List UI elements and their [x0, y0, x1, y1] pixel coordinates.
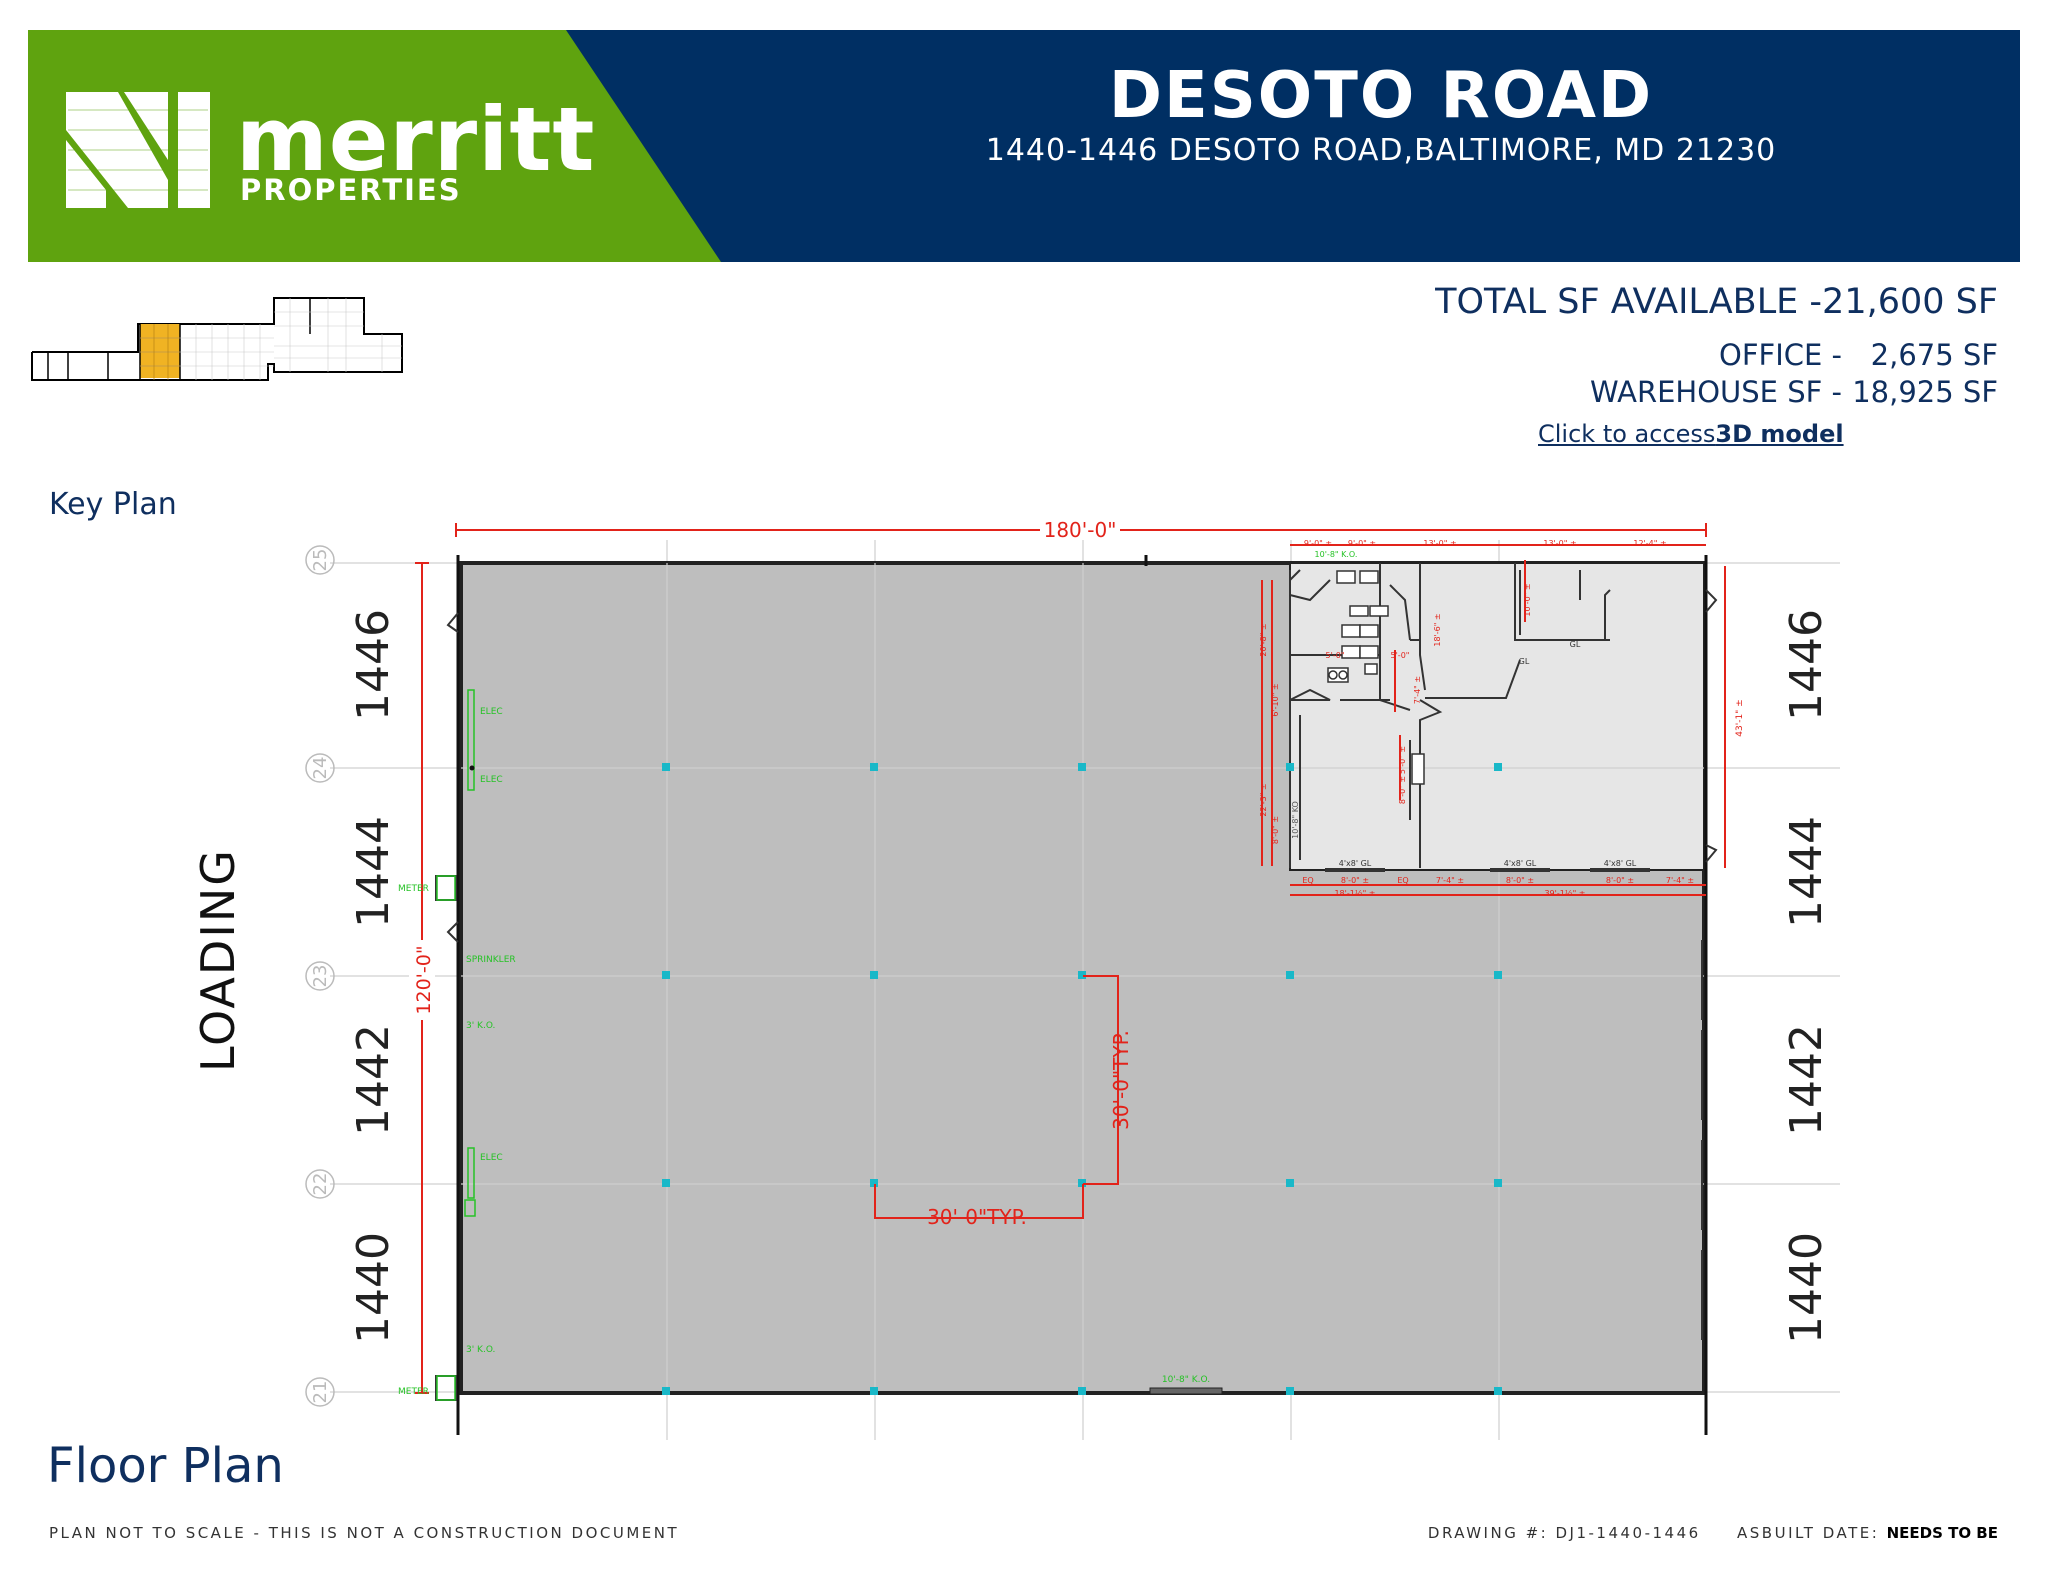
unit-1440-right: 1440: [1781, 1232, 1832, 1344]
svg-text:18'-6" ±: 18'-6" ±: [1433, 613, 1442, 646]
loading-label: LOADING: [191, 848, 245, 1072]
svg-text:4'x8' GL: 4'x8' GL: [1604, 859, 1637, 868]
svg-text:SPRINKLER: SPRINKLER: [466, 955, 516, 965]
svg-text:8'-0" ±: 8'-0" ±: [1606, 876, 1634, 885]
svg-text:9'-0" ±: 9'-0" ±: [1304, 539, 1332, 548]
svg-text:10'-8" KO: 10'-8" KO: [1291, 801, 1300, 839]
svg-text:13'-0" ±: 13'-0" ±: [1543, 539, 1576, 548]
svg-text:18'-1½" ±: 18'-1½" ±: [1334, 889, 1375, 898]
svg-text:GL: GL: [1519, 657, 1530, 666]
svg-text:GL: GL: [1570, 640, 1581, 649]
svg-text:13'-0" ±: 13'-0" ±: [1423, 539, 1456, 548]
drawing-number: DRAWING #: DJ1-1440-1446: [1427, 1524, 1701, 1542]
grid-bubble-25: 25: [310, 549, 331, 572]
svg-text:39'-1½" ±: 39'-1½" ±: [1544, 889, 1585, 898]
bay-typ-vertical: 30'-0"TYP.: [1109, 1030, 1133, 1130]
unit-1442-left: 1442: [348, 1024, 399, 1136]
svg-text:EQ: EQ: [1397, 876, 1408, 885]
door-note: 10'-8" K.O.: [1162, 1375, 1210, 1385]
svg-text:8'-0" ±: 8'-0" ±: [1271, 816, 1280, 844]
asbuilt-value: NEEDS TO BE: [1886, 1524, 1998, 1542]
bay-typ-horizontal: 30'-0"TYP.: [927, 1205, 1027, 1229]
svg-text:3' K.O.: 3' K.O.: [466, 1021, 495, 1031]
svg-text:7'-4" ±: 7'-4" ±: [1436, 876, 1464, 885]
svg-text:EQ: EQ: [1302, 876, 1313, 885]
unit-1446-left: 1446: [348, 609, 399, 721]
grid-bubble-24: 24: [310, 757, 331, 780]
svg-text:ELEC: ELEC: [480, 775, 503, 785]
svg-text:8'-0" ±: 8'-0" ±: [1506, 876, 1534, 885]
office-right-dim: 43'-1" ±: [1735, 699, 1745, 736]
svg-text:9'-0" ±: 9'-0" ±: [1348, 539, 1376, 548]
svg-text:4'x8' GL: 4'x8' GL: [1504, 859, 1537, 868]
svg-text:10'-0" ±: 10'-0" ±: [1523, 583, 1532, 616]
overall-width-dim: 180'-0": [1044, 518, 1117, 542]
footer-disclaimer: PLAN NOT TO SCALE - THIS IS NOT A CONSTR…: [49, 1524, 680, 1542]
office-top-note: 10'-8" K.O.: [1315, 550, 1358, 559]
svg-text:12'-4" ±: 12'-4" ±: [1633, 539, 1666, 548]
svg-text:5'-0": 5'-0": [1326, 651, 1345, 660]
svg-text:ELEC: ELEC: [480, 707, 503, 717]
overall-depth-dim: 120'-0": [413, 945, 435, 1014]
svg-text:5'-0" ±: 5'-0" ±: [1398, 746, 1407, 774]
asbuilt-label: ASBUILT DATE:: [1737, 1524, 1880, 1542]
unit-1440-left: 1440: [348, 1232, 399, 1344]
svg-text:5'-0": 5'-0": [1391, 651, 1410, 660]
svg-text:6'-10" ±: 6'-10" ±: [1271, 683, 1280, 716]
grid-bubble-22: 22: [310, 1173, 331, 1196]
unit-1444-left: 1444: [348, 816, 399, 928]
svg-text:7'-4" ±: 7'-4" ±: [1413, 676, 1422, 704]
grid-bubble-21: 21: [310, 1381, 331, 1404]
unit-1442-right: 1442: [1781, 1024, 1832, 1136]
floor-plan-drawing: 25 24 23 22 21 180'-0" 120'-0" 30'-0"TYP…: [191, 518, 1840, 1440]
svg-text:20'-8" ±: 20'-8" ±: [1259, 623, 1268, 656]
grid-bubble-23: 23: [310, 965, 331, 988]
floor-plan-label: Floor Plan: [47, 1438, 284, 1494]
svg-text:8'-0" ±: 8'-0" ±: [1341, 876, 1369, 885]
unit-1444-right: 1444: [1781, 816, 1832, 928]
svg-text:4'x8' GL: 4'x8' GL: [1339, 859, 1372, 868]
unit-1446-right: 1446: [1781, 609, 1832, 721]
svg-text:ELEC: ELEC: [480, 1153, 503, 1163]
svg-text:METER: METER: [398, 884, 429, 894]
svg-text:7'-4" ±: 7'-4" ±: [1666, 876, 1694, 885]
svg-text:METER: METER: [398, 1387, 429, 1397]
svg-text:22'-3" ±: 22'-3" ±: [1259, 783, 1268, 816]
svg-text:8'-0" ±: 8'-0" ±: [1398, 776, 1407, 804]
footer-drawing-info: DRAWING #: DJ1-1440-1446 ASBUILT DATE: N…: [1428, 1524, 1998, 1542]
svg-text:3' K.O.: 3' K.O.: [466, 1345, 495, 1355]
